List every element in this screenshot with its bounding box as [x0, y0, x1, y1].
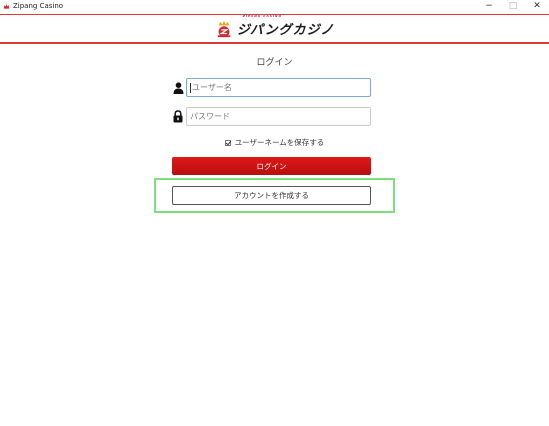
app-window: Zipang Casino − □ ✕ ZIPANG CASINO ジパングカジ…: [0, 0, 549, 426]
text-caret: [190, 82, 191, 93]
password-row: [172, 107, 371, 126]
close-button[interactable]: ✕: [525, 0, 549, 12]
login-button[interactable]: ログイン: [172, 157, 371, 175]
window-title: Zipang Casino: [13, 2, 64, 10]
login-heading: ログイン: [256, 58, 293, 68]
minimize-button[interactable]: −: [477, 0, 501, 12]
window-controls: − □ ✕: [477, 0, 549, 12]
logo-wordmark: ZIPANG CASINO ジパングカジノ: [236, 14, 335, 38]
app-header: ZIPANG CASINO ジパングカジノ: [0, 14, 549, 44]
password-input[interactable]: [190, 112, 370, 121]
create-account-button[interactable]: アカウントを作成する: [172, 186, 371, 205]
username-row: [172, 78, 371, 97]
logo-text: ジパングカジノ: [236, 23, 335, 38]
brand-logo: ZIPANG CASINO ジパングカジノ: [215, 14, 335, 38]
remember-username[interactable]: ユーザーネームを保存する: [0, 137, 549, 148]
password-field[interactable]: [186, 107, 371, 126]
user-icon: [172, 81, 184, 95]
remember-label: ユーザーネームを保存する: [234, 138, 325, 147]
logo-subtext: ZIPANG CASINO: [242, 14, 283, 18]
remember-checkbox[interactable]: [224, 139, 231, 146]
lock-icon: [172, 110, 184, 124]
app-icon: [3, 3, 10, 9]
zipang-crest-icon: [217, 20, 230, 37]
username-field[interactable]: [186, 78, 371, 97]
title-bar: Zipang Casino − □ ✕: [0, 0, 549, 12]
maximize-button[interactable]: □: [501, 0, 525, 12]
username-input[interactable]: [191, 83, 370, 92]
